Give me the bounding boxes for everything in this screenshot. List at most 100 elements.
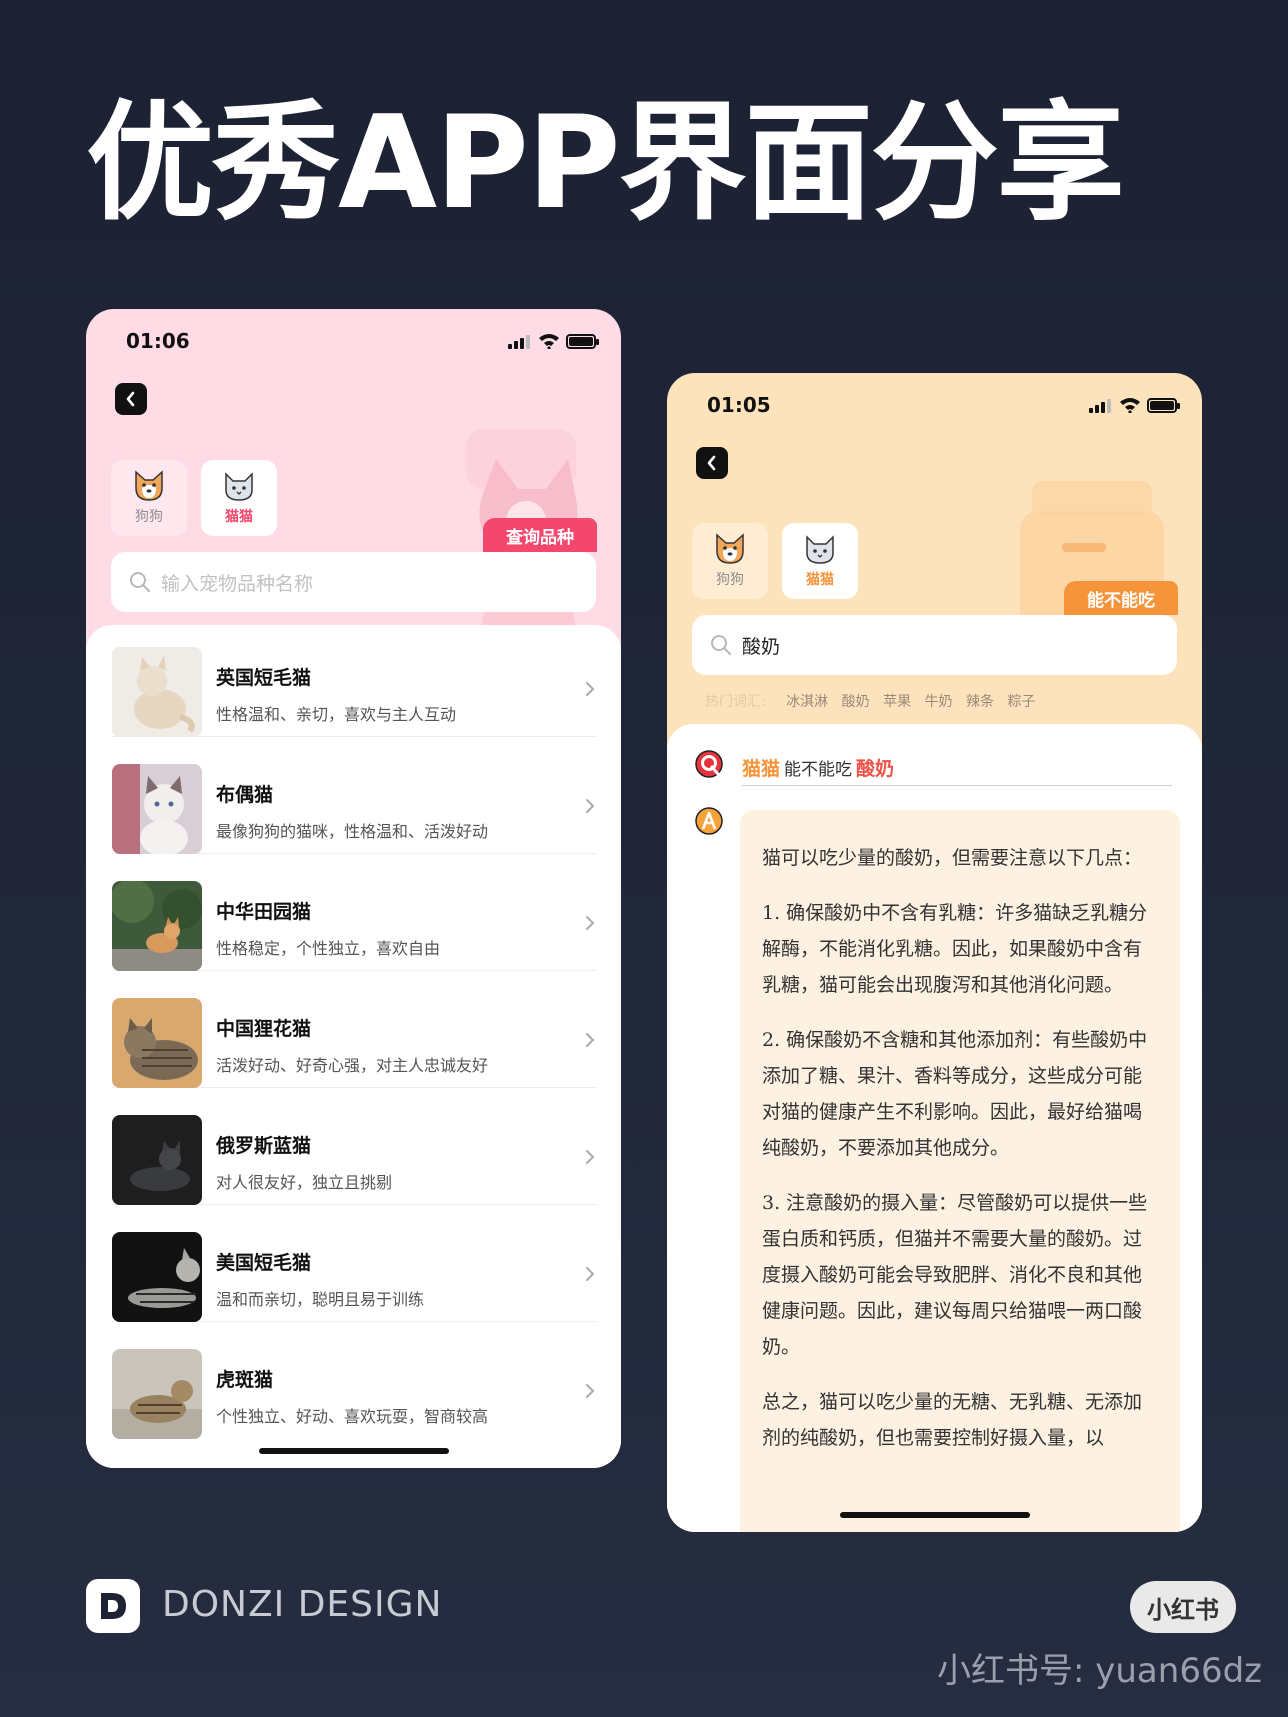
hot-words: 热门词汇: 冰淇淋 酸奶 苹果 牛奶 辣条 粽子 — [705, 691, 1044, 711]
breed-row[interactable]: 虎斑猫 个性独立、好动、喜欢玩耍，智商较高 — [112, 1339, 597, 1439]
question-text: 猫猫 能不能吃 酸奶 — [742, 754, 894, 781]
chevron-right-icon — [586, 916, 595, 930]
wifi-icon — [539, 334, 559, 349]
chevron-left-icon — [126, 391, 135, 407]
can-eat-label: 能不能吃 — [1064, 581, 1178, 615]
breed-photo — [112, 1232, 202, 1322]
breed-description: 个性独立、好动、喜欢玩耍，智商较高 — [216, 1407, 489, 1426]
answer-text: 猫可以吃少量的酸奶，但需要注意以下几点： 1. 确保酸奶中不含有乳糖：许多猫缺乏… — [740, 810, 1180, 1532]
breed-search-input[interactable]: 输入宠物品种名称 — [111, 552, 596, 612]
chevron-right-icon — [586, 1033, 595, 1047]
tab-label: 猫猫 — [225, 509, 253, 525]
cellular-signal-icon — [1089, 399, 1113, 413]
hot-word[interactable]: 牛奶 — [925, 694, 953, 710]
breed-name: 布偶猫 — [216, 784, 274, 806]
search-icon — [711, 635, 731, 655]
hot-word[interactable]: 苹果 — [883, 694, 911, 710]
breed-name: 美国短毛猫 — [216, 1252, 312, 1274]
question-middle: 能不能吃 — [784, 760, 853, 780]
dog-icon — [135, 470, 163, 501]
breed-row[interactable]: 美国短毛猫 温和而亲切，聪明且易于训练 — [112, 1222, 597, 1322]
answer-paragraph: 总之，猫可以吃少量的无糖、无乳糖、无添加剂的纯酸奶，但也需要控制好摄入量，以 — [762, 1391, 1143, 1449]
pet-type-tabs: 狗狗 猫猫 — [692, 523, 858, 599]
breed-name: 俄罗斯蓝猫 — [216, 1135, 312, 1157]
status-time: 01:05 — [707, 393, 771, 417]
tab-label: 猫猫 — [806, 572, 834, 588]
footer-brand: DONZI DESIGN — [162, 1584, 443, 1625]
breed-photo — [112, 764, 202, 854]
food-check-screen: 01:05 狗狗 猫猫 能不能吃 酸奶 热门词汇: 冰淇淋 酸奶 苹果 牛奶 辣… — [667, 373, 1202, 1532]
hot-word[interactable]: 酸奶 — [842, 694, 870, 710]
breed-name: 中国狸花猫 — [216, 1018, 312, 1040]
breed-photo — [112, 1349, 202, 1439]
breed-photo — [112, 647, 202, 737]
chevron-left-icon — [707, 455, 716, 471]
breed-query-screen: 01:06 狗狗 猫猫 查询品种 输入宠物品种名称 英国短毛猫 性格温和、亲切，… — [86, 309, 621, 1468]
breed-name: 中华田园猫 — [216, 901, 312, 923]
status-bar: 01:06 — [86, 309, 621, 373]
breed-name: 英国短毛猫 — [216, 667, 312, 689]
answer-paragraph: 猫可以吃少量的酸奶，但需要注意以下几点： — [762, 847, 1143, 869]
hot-word[interactable]: 辣条 — [966, 694, 994, 710]
brand-logo — [86, 1579, 140, 1633]
answer-paragraph: 1. 确保酸奶中不含有乳糖：许多猫缺乏乳糖分解酶，不能消化乳糖。因此，如果酸奶中… — [762, 902, 1148, 996]
breed-description: 最像狗狗的猫咪，性格温和、活泼好动 — [216, 822, 489, 841]
breed-photo — [112, 1115, 202, 1205]
breed-row[interactable]: 布偶猫 最像狗狗的猫咪，性格温和、活泼好动 — [112, 754, 597, 854]
back-button[interactable] — [696, 447, 728, 479]
breed-description: 温和而亲切，聪明且易于训练 — [216, 1290, 425, 1309]
breed-row[interactable]: 中国狸花猫 活泼好动、好奇心强，对主人忠诚友好 — [112, 988, 597, 1088]
breed-description: 性格温和、亲切，喜欢与主人互动 — [216, 705, 457, 724]
question-animal: 猫猫 — [742, 758, 781, 780]
tab-cat[interactable]: 猫猫 — [201, 460, 277, 536]
d-logo-icon — [101, 1593, 126, 1619]
hot-words-label: 热门词汇: — [705, 694, 766, 710]
chevron-right-icon — [586, 1267, 595, 1281]
food-search-input[interactable]: 酸奶 — [692, 615, 1177, 675]
cat-icon — [806, 535, 834, 564]
answer-badge-icon — [695, 807, 723, 835]
breed-row[interactable]: 俄罗斯蓝猫 对人很友好，独立且挑剔 — [112, 1105, 597, 1205]
question-badge-icon — [695, 750, 723, 778]
wifi-icon — [1120, 398, 1140, 413]
breed-name: 虎斑猫 — [216, 1369, 274, 1391]
status-bar: 01:05 — [667, 373, 1202, 437]
answer-paragraph: 2. 确保酸奶不含糖和其他添加剂：有些酸奶中添加了糖、果汁、香料等成分，这些成分… — [762, 1029, 1148, 1159]
breed-description: 活泼好动、好奇心强，对主人忠诚友好 — [216, 1056, 489, 1075]
search-value: 酸奶 — [742, 635, 781, 658]
answer-paragraph: 3. 注意酸奶的摄入量：尽管酸奶可以提供一些蛋白质和钙质，但猫并不需要大量的酸奶… — [762, 1192, 1148, 1358]
home-indicator — [259, 1448, 449, 1454]
search-icon — [130, 572, 150, 592]
status-time: 01:06 — [126, 329, 190, 353]
chevron-right-icon — [586, 682, 595, 696]
battery-icon — [1147, 398, 1180, 413]
chevron-right-icon — [586, 1384, 595, 1398]
breed-description: 对人很友好，独立且挑剔 — [216, 1173, 393, 1192]
xiaohongshu-account: 小红书号: yuan66dz — [937, 1651, 1263, 1691]
breed-row[interactable]: 中华田园猫 性格稳定，个性独立，喜欢自由 — [112, 871, 597, 971]
dog-icon — [716, 533, 744, 564]
cellular-signal-icon — [508, 335, 532, 349]
tab-label: 狗狗 — [135, 509, 163, 525]
xiaohongshu-badge: 小红书 — [1130, 1581, 1236, 1633]
breed-photo — [112, 881, 202, 971]
breed-list: 英国短毛猫 性格温和、亲切，喜欢与主人互动 布偶猫 最像狗狗的猫咪，性格温和、活… — [86, 625, 621, 1468]
tab-cat[interactable]: 猫猫 — [782, 523, 858, 599]
back-button[interactable] — [115, 383, 147, 415]
hot-word[interactable]: 冰淇淋 — [786, 694, 828, 710]
question-food: 酸奶 — [856, 758, 895, 780]
home-indicator — [840, 1512, 1030, 1518]
breed-description: 性格稳定，个性独立，喜欢自由 — [216, 939, 441, 958]
breed-photo — [112, 998, 202, 1088]
headline: 优秀APP界面分享 — [86, 89, 1125, 238]
search-placeholder: 输入宠物品种名称 — [161, 572, 314, 595]
breed-row[interactable]: 英国短毛猫 性格温和、亲切，喜欢与主人互动 — [112, 637, 597, 737]
tab-dog[interactable]: 狗狗 — [692, 523, 768, 599]
divider — [742, 785, 1172, 786]
cat-icon — [225, 472, 253, 501]
query-breed-label: 查询品种 — [483, 518, 597, 552]
chevron-right-icon — [586, 799, 595, 813]
tab-dog[interactable]: 狗狗 — [111, 460, 187, 536]
hot-word[interactable]: 粽子 — [1007, 694, 1035, 710]
battery-icon — [566, 334, 599, 349]
